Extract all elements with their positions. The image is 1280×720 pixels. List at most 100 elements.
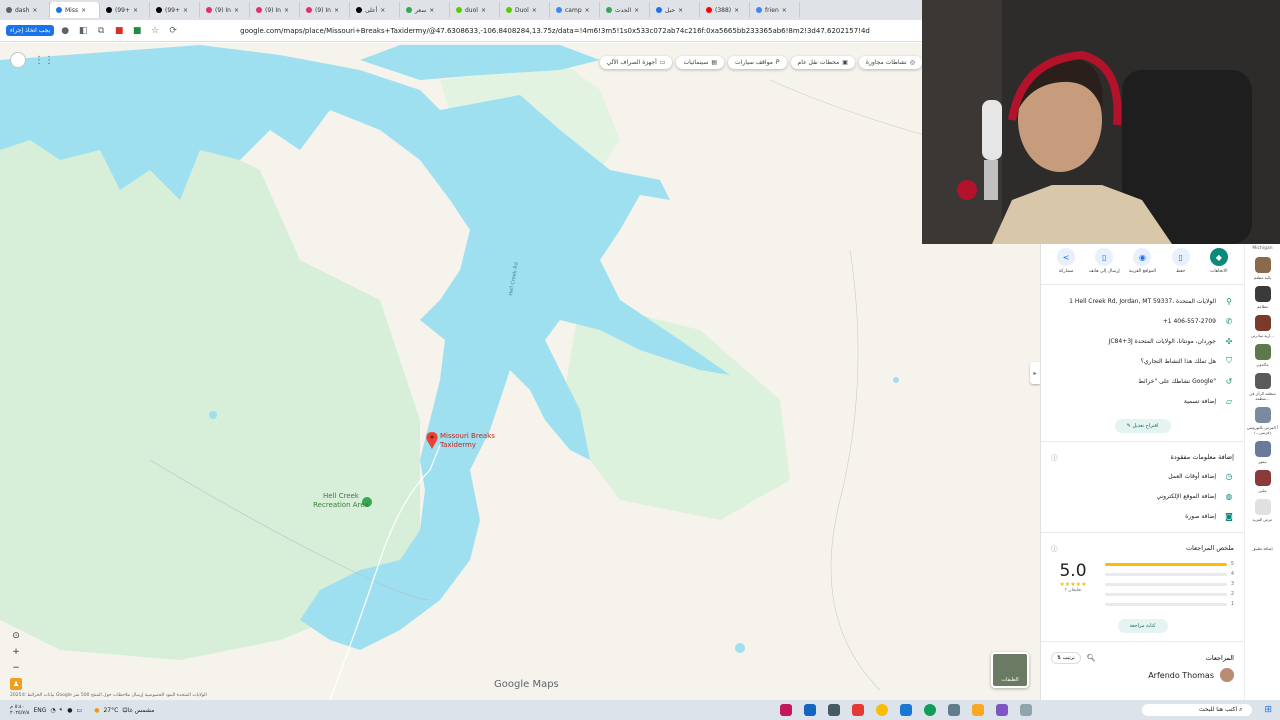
browser-tab[interactable]: (99+ × <box>150 2 200 18</box>
clock[interactable]: ٥:٤٠ م ٢٠٢٥/٧/٨ <box>10 704 29 716</box>
app-icon[interactable] <box>996 704 1009 716</box>
wifi-icon[interactable]: ◔ <box>50 707 55 714</box>
info-row[interactable]: ✆ +1 406-557-2709 <box>1041 311 1244 331</box>
side-strip-item[interactable]: ماكدونز <box>1246 344 1280 367</box>
task-view-icon[interactable] <box>1020 704 1033 716</box>
taskbar-search[interactable]: اكتب هنا للبحث ⌕ <box>1142 704 1253 716</box>
side-strip-item[interactable]: عرض المزيد <box>1246 499 1280 522</box>
reviewer-name[interactable]: Arfendo Thomas <box>1148 671 1214 680</box>
store-icon[interactable] <box>948 704 961 716</box>
tab-close-icon[interactable]: × <box>585 7 590 14</box>
side-strip-item[interactable]: إضافة تطبيق <box>1246 528 1280 551</box>
app-icon[interactable] <box>780 704 793 716</box>
tab-close-icon[interactable]: × <box>234 7 239 14</box>
extension-icon[interactable]: ◧ <box>76 24 90 38</box>
tab-close-icon[interactable]: × <box>32 7 37 14</box>
extension-red-icon[interactable]: ■ <box>112 24 126 38</box>
start-icon[interactable]: ⊞ <box>1264 705 1272 715</box>
account-avatar[interactable] <box>10 52 26 68</box>
info-row[interactable]: ◍ إضافة الموقع الإلكتروني <box>1041 486 1244 506</box>
browser-tab[interactable]: Duol × <box>500 2 550 18</box>
zoom-out-button[interactable]: − <box>10 662 22 674</box>
volume-icon[interactable]: 🔈︎ <box>60 706 64 714</box>
rating-bar-row[interactable]: 2 <box>1105 591 1234 597</box>
info-row[interactable]: ◙ إضافة صورة <box>1041 506 1244 526</box>
microphone-icon[interactable]: ● <box>67 707 72 714</box>
collapse-panel-button[interactable]: ▸ <box>1030 362 1040 384</box>
info-icon[interactable]: ⓘ <box>1051 543 1058 553</box>
info-row[interactable]: ⛉ هل تملك هذا النشاط التجاري؟ <box>1041 351 1244 371</box>
category-chip[interactable]: محطات نقل عام ▣ <box>790 56 855 69</box>
browser-tab[interactable]: camp × <box>550 2 600 18</box>
app-icon[interactable] <box>852 704 865 716</box>
info-row[interactable]: ⚲ 1 Hell Creek Rd, Jordan, MT 59337، الول… <box>1041 291 1244 311</box>
action-button[interactable]: ◆ الاتجاهات <box>1201 248 1237 274</box>
edge-icon[interactable] <box>924 704 937 716</box>
layers-button[interactable]: الطبقات <box>991 652 1029 688</box>
reload-icon[interactable]: ⟳ <box>166 24 180 38</box>
rating-bar-row[interactable]: 1 <box>1105 601 1234 607</box>
browser-tab[interactable]: أعلى × <box>350 2 400 18</box>
category-chip[interactable]: أجهزة الصراف الآلي ▭ <box>599 56 673 69</box>
browser-tab[interactable]: (9) In × <box>200 2 250 18</box>
rating-bar-row[interactable]: 5 <box>1105 561 1234 567</box>
tab-close-icon[interactable]: × <box>429 7 434 14</box>
info-icon[interactable]: ⓘ <box>1051 452 1058 462</box>
tab-close-icon[interactable]: × <box>81 7 86 14</box>
review-count[interactable]: تعليقان ٣ <box>1051 588 1095 593</box>
info-row[interactable]: ↺ نشاطك على "خرائط Google" <box>1041 371 1244 391</box>
category-chip[interactable]: سينمائيات ▤ <box>676 56 725 69</box>
apps-grid-icon[interactable]: ⋮⋮ <box>34 55 54 66</box>
copy-icon[interactable]: ⧉ <box>94 24 108 38</box>
browser-tab[interactable]: (9) In × <box>300 2 350 18</box>
action-button[interactable]: ▯ إرسال إلى هاتف <box>1086 248 1122 274</box>
side-strip-item[interactable]: مطاعم <box>1246 286 1280 309</box>
app-icon[interactable] <box>900 704 913 716</box>
action-button[interactable]: < مشاركة <box>1048 248 1084 274</box>
browser-tab[interactable]: (99+ × <box>100 2 150 18</box>
settings-icon[interactable] <box>828 704 841 716</box>
browser-tab[interactable]: frien × <box>750 2 800 18</box>
profile-icon[interactable]: ● <box>58 24 72 38</box>
browser-tab[interactable]: dash × <box>0 2 50 18</box>
side-strip-item[interactable]: أ المزمن بالتورونس (فرنس...) <box>1246 407 1280 435</box>
recreation-area-label[interactable]: Hell Creek Recreation Area <box>308 492 374 510</box>
suggest-edit-button[interactable]: ✎ اقتراح تعديل <box>1114 419 1171 433</box>
category-chip[interactable]: نشاطات مجاورة ◎ <box>858 56 922 69</box>
side-strip-item[interactable]: تيمور <box>1246 441 1280 464</box>
battery-icon[interactable]: ▭ <box>77 707 83 714</box>
info-row[interactable]: ✣ JC84+3J جوردان، مونتانا، الولايات المتح… <box>1041 331 1244 351</box>
browser-tab[interactable]: سعر × <box>400 2 450 18</box>
folder-icon[interactable] <box>972 704 985 716</box>
tab-close-icon[interactable]: × <box>183 7 188 14</box>
extension-green-icon[interactable]: ■ <box>130 24 144 38</box>
sort-button[interactable]: ⇅ ترتيب <box>1051 652 1081 664</box>
rating-bar-row[interactable]: 4 <box>1105 571 1234 577</box>
action-button[interactable]: ▯ حفظ <box>1163 248 1199 274</box>
app-icon[interactable] <box>804 704 817 716</box>
tab-close-icon[interactable]: × <box>133 7 138 14</box>
rating-bar-row[interactable]: 3 <box>1105 581 1234 587</box>
tab-close-icon[interactable]: × <box>634 7 639 14</box>
browser-tab[interactable]: Miss × <box>50 2 100 18</box>
write-review-button[interactable]: كتابة مراجعة <box>1117 619 1168 633</box>
address-bar[interactable]: google.com/maps/place/Missouri+Breaks+Ta… <box>240 27 870 35</box>
tab-close-icon[interactable]: × <box>532 7 537 14</box>
browser-tab[interactable]: حبل × <box>650 2 700 18</box>
bookmark-star-icon[interactable]: ☆ <box>148 24 162 38</box>
info-row[interactable]: ◷ إضافة أوقات العمل <box>1041 466 1244 486</box>
reviewer-row[interactable]: Arfendo Thomas <box>1041 668 1244 682</box>
browser-tab[interactable]: (388) × <box>700 2 750 18</box>
language-indicator[interactable]: ENG <box>33 707 46 714</box>
pin-label[interactable]: Missouri Breaks Taxidermy <box>440 432 500 450</box>
search-reviews-icon[interactable]: 🔍︎ <box>1087 654 1096 662</box>
side-strip-item[interactable]: بالبة مطعم <box>1246 257 1280 280</box>
tab-close-icon[interactable]: × <box>782 7 787 14</box>
tab-close-icon[interactable]: × <box>481 7 486 14</box>
info-row[interactable]: ▱ إضافة تسمية <box>1041 391 1244 411</box>
tab-close-icon[interactable]: × <box>678 7 683 14</box>
tab-close-icon[interactable]: × <box>334 7 339 14</box>
street-view-icon[interactable]: ♟ <box>10 678 22 690</box>
map-canvas[interactable]: Missouri Breaks Taxidermy Hell Creek Rec… <box>0 43 1040 700</box>
action-button[interactable]: ◉ المواقع القريبة <box>1124 248 1160 274</box>
